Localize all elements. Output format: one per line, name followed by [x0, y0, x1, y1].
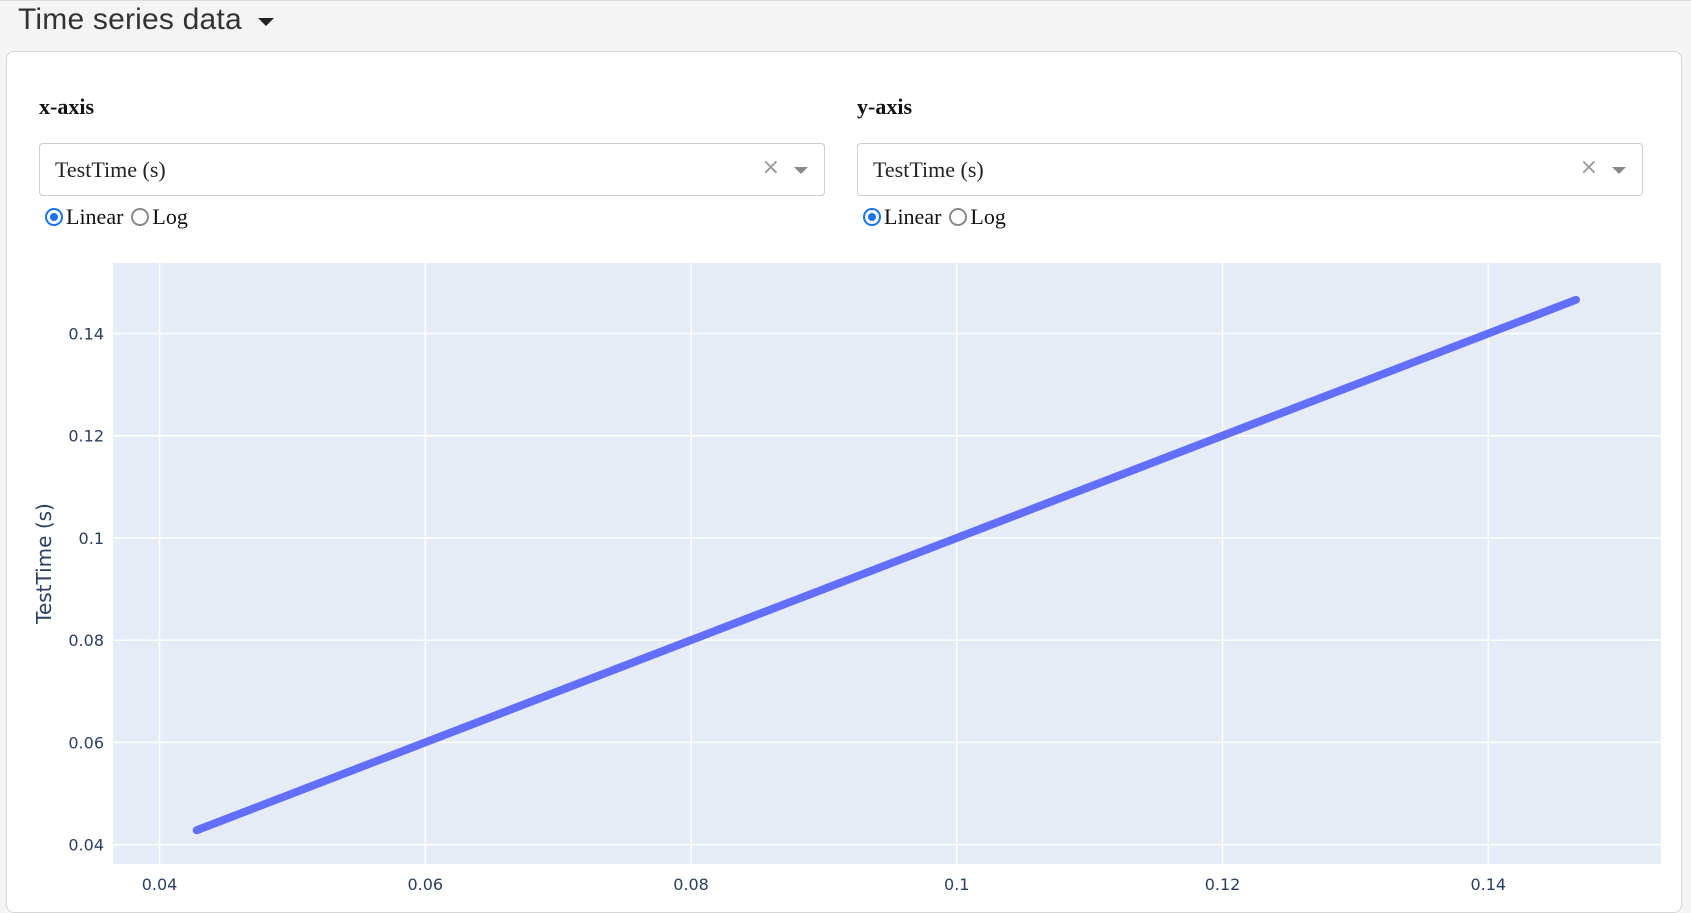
caret-down-icon — [257, 18, 274, 26]
time-series-chart[interactable]: 0.04 0.06 0.08 0.1 0.12 0.14 0.04 0.06 0.08 0.1 0.… — [7, 52, 1681, 890]
section-title: Time series data — [18, 3, 242, 36]
y-tick-label: 0.04 — [68, 836, 104, 855]
x-tick-label: 0.08 — [673, 875, 709, 890]
y-tick-label: 0.08 — [68, 631, 104, 650]
x-tick-label: 0.04 — [142, 875, 178, 890]
y-tick-label: 0.06 — [68, 733, 104, 752]
x-tick-label: 0.12 — [1205, 875, 1241, 890]
y-tick-label: 0.14 — [68, 325, 104, 344]
section-toggle[interactable]: Time series data — [18, 3, 274, 37]
section-header: Time series data — [0, 0, 1691, 51]
x-tick-label: 0.1 — [944, 875, 969, 890]
x-tick-label: 0.14 — [1470, 875, 1506, 890]
y-tick-label: 0.12 — [68, 427, 104, 446]
x-tick-label: 0.06 — [407, 875, 443, 890]
y-tick-label: 0.1 — [79, 529, 104, 548]
graph-panel: x-axis TestTime (s) × Linear Log y-axis … — [6, 51, 1682, 913]
y-axis-title: TestTime (s) — [32, 503, 56, 625]
